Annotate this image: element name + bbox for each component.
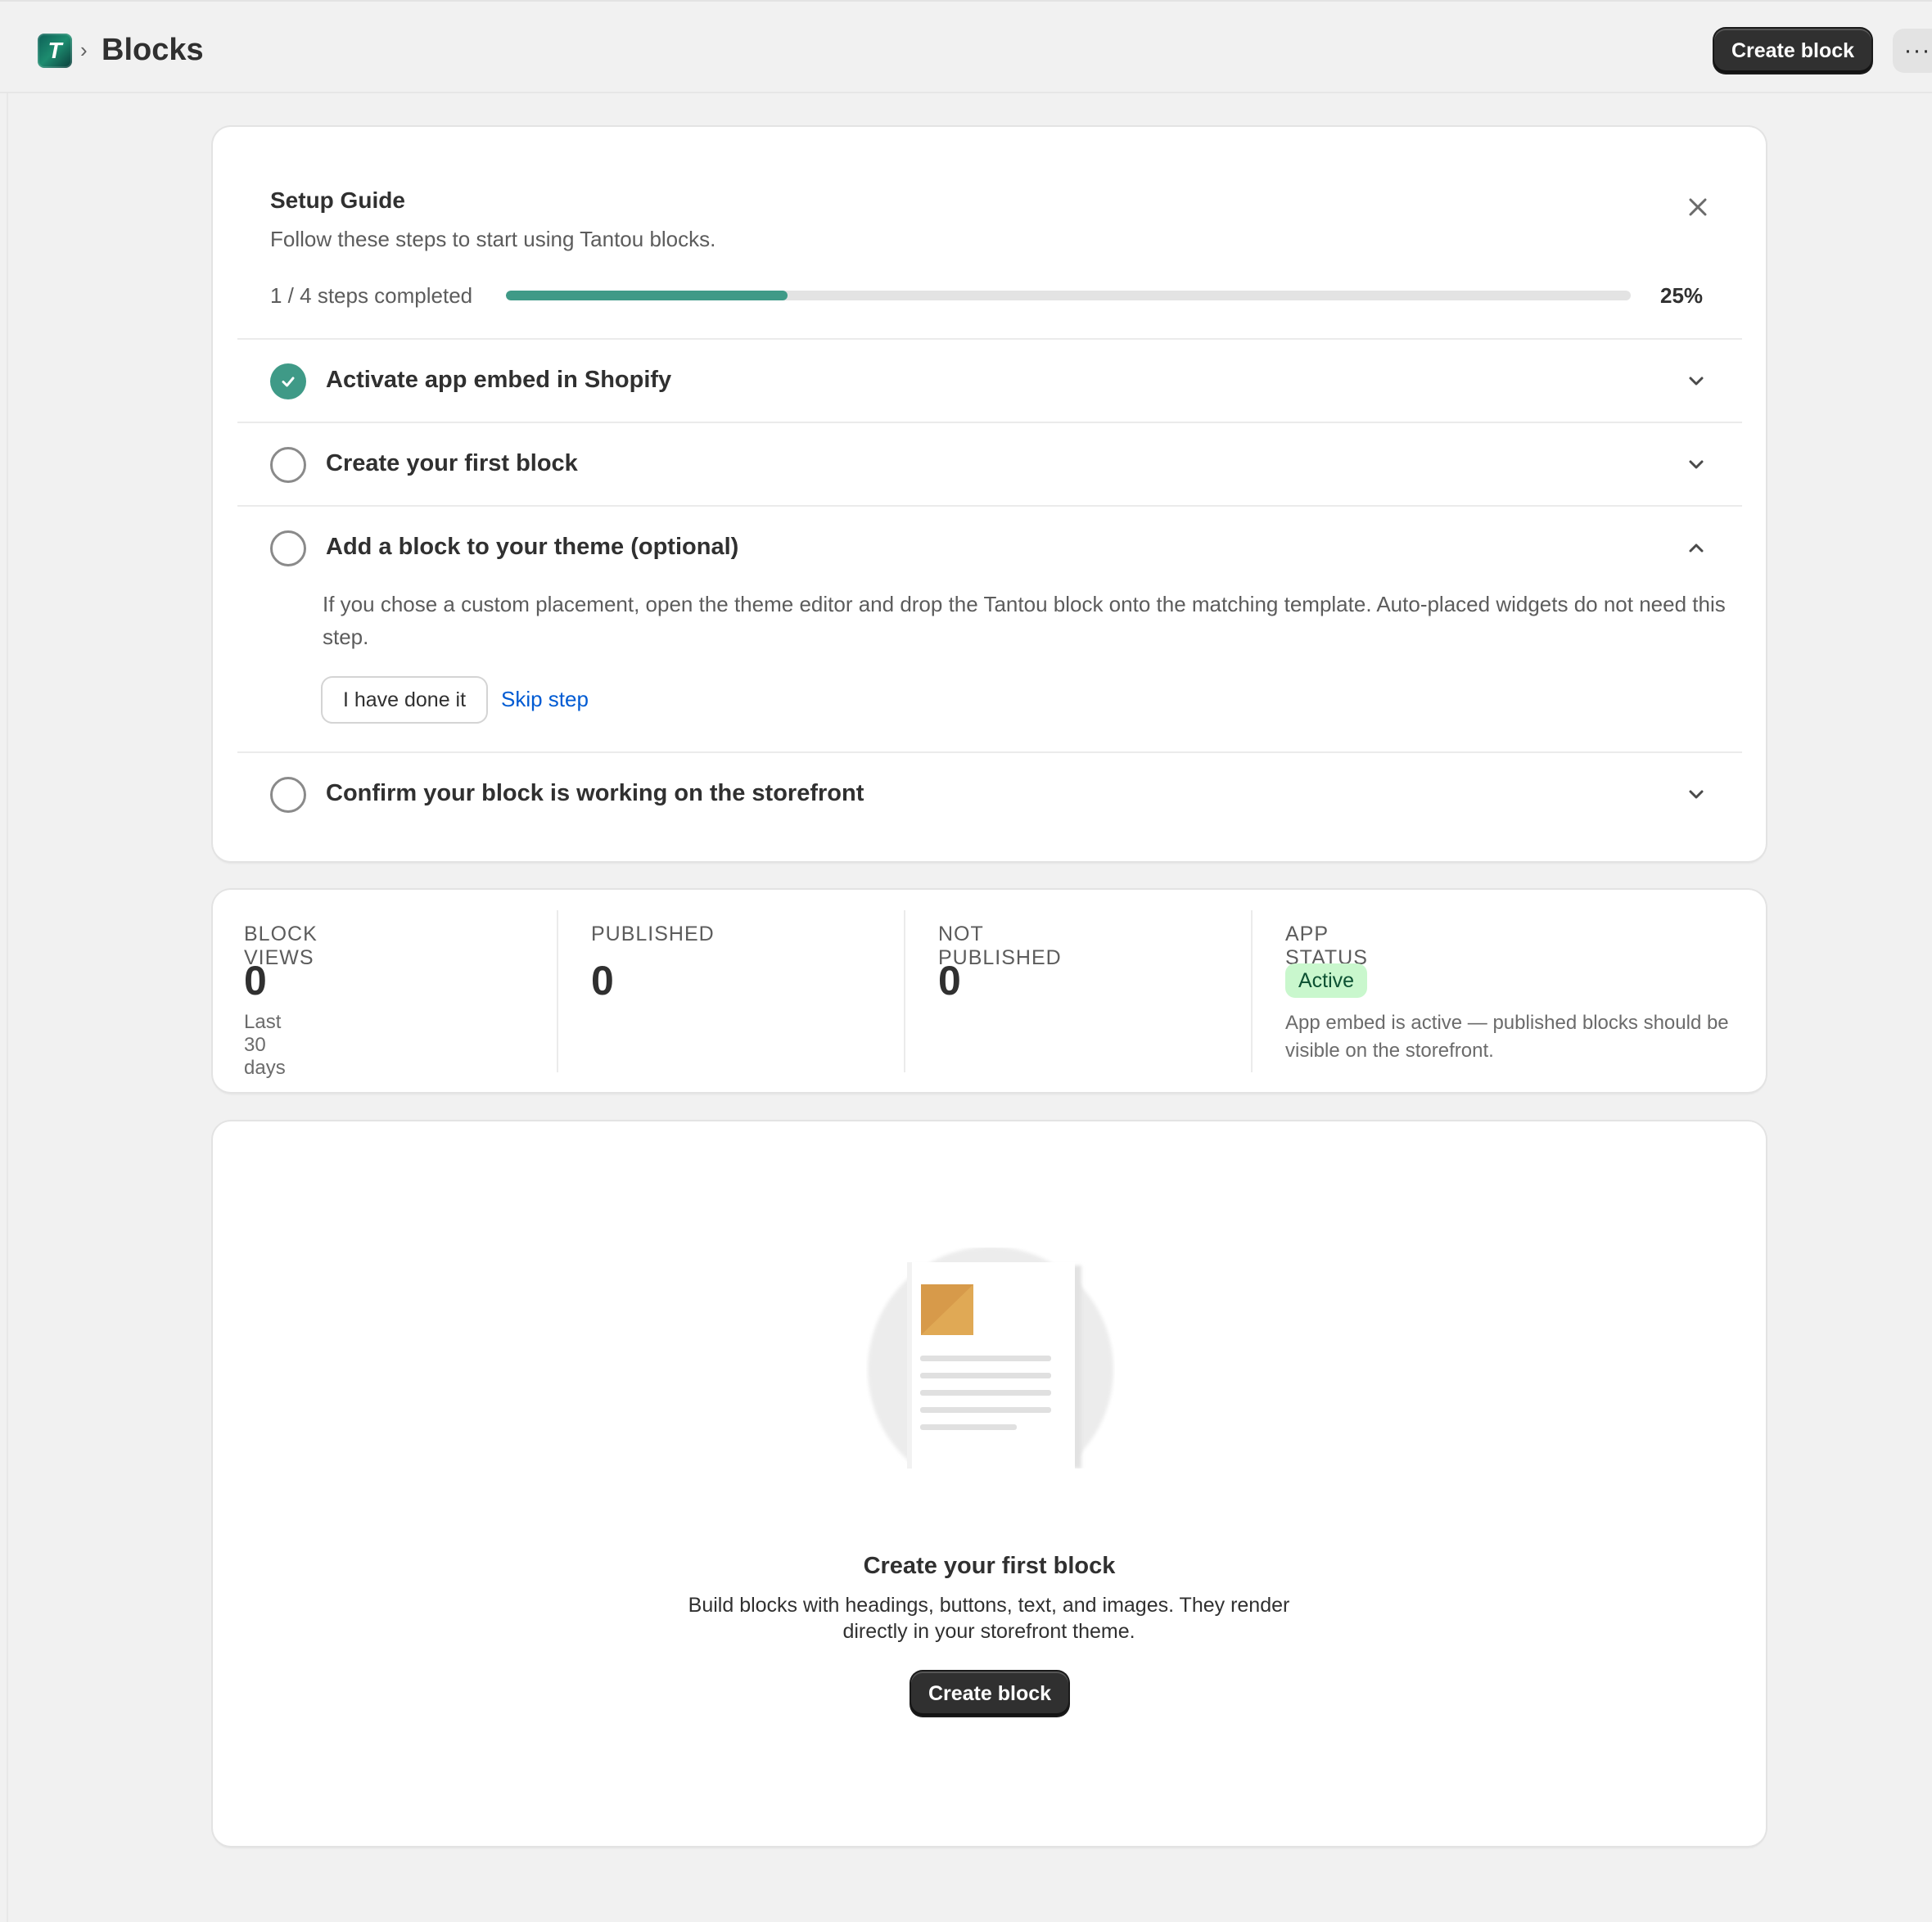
setup-guide-card: Setup Guide Follow these steps to start … xyxy=(213,127,1766,861)
step-incomplete-circle-icon[interactable] xyxy=(270,530,306,566)
stat-divider xyxy=(557,910,558,1072)
stat-value: 0 xyxy=(591,958,614,1004)
divider xyxy=(237,505,1742,507)
empty-state-description: Build blocks with headings, buttons, tex… xyxy=(688,1594,1290,1643)
i-have-done-it-button[interactable]: I have done it xyxy=(323,678,486,722)
empty-state-create-block-button[interactable]: Create block xyxy=(911,1672,1068,1716)
divider xyxy=(237,751,1742,753)
page-title: Blocks xyxy=(102,33,204,67)
stat-value: 0 xyxy=(938,958,961,1004)
step-description: If you chose a custom placement, open th… xyxy=(323,592,1726,649)
step-incomplete-circle-icon[interactable] xyxy=(270,777,306,813)
setup-guide-title: Setup Guide xyxy=(270,187,405,213)
document-illustration-icon xyxy=(868,1247,1113,1469)
top-bar: T › Blocks Create block ··· xyxy=(0,0,1932,93)
step-title-create-block[interactable]: Create your first block xyxy=(326,450,578,477)
divider xyxy=(237,422,1742,423)
stats-card: BLOCK VIEWS 0 Last 30 days PUBLISHED 0 N… xyxy=(213,890,1766,1092)
progress-label: 1 / 4 steps completed xyxy=(270,283,473,308)
step-title-activate-embed[interactable]: Activate app embed in Shopify xyxy=(326,367,671,394)
empty-state-card: Create your first block Build blocks wit… xyxy=(213,1121,1766,1846)
step-title-confirm-storefront[interactable]: Confirm your block is working on the sto… xyxy=(326,780,864,807)
status-badge: Active xyxy=(1285,963,1368,998)
progress-bar xyxy=(506,291,1631,300)
sidebar-edge xyxy=(7,93,8,1922)
step-incomplete-circle-icon[interactable] xyxy=(270,447,306,483)
status-description: App embed is active — published blocks s… xyxy=(1285,1012,1729,1062)
app-logo[interactable]: T xyxy=(38,34,72,68)
close-icon[interactable] xyxy=(1683,192,1713,222)
stat-divider xyxy=(1251,910,1253,1072)
chevron-down-icon[interactable] xyxy=(1683,368,1709,395)
stat-label: PUBLISHED xyxy=(591,923,715,945)
create-block-button[interactable]: Create block xyxy=(1714,29,1871,73)
stat-value: 0 xyxy=(244,958,267,1004)
more-actions-icon[interactable]: ··· xyxy=(1893,29,1932,73)
chevron-up-icon[interactable] xyxy=(1683,535,1709,562)
chevron-down-icon[interactable] xyxy=(1683,782,1709,808)
breadcrumb-chevron-icon: › xyxy=(80,38,88,62)
progress-bar-fill xyxy=(506,291,788,300)
progress-percent: 25% xyxy=(1660,283,1704,308)
skip-step-link[interactable]: Skip step xyxy=(501,687,589,712)
divider xyxy=(237,338,1742,340)
step-title-add-to-theme[interactable]: Add a block to your theme (optional) xyxy=(326,534,738,561)
chevron-down-icon[interactable] xyxy=(1683,452,1709,478)
setup-guide-subtitle: Follow these steps to start using Tantou… xyxy=(270,227,716,251)
empty-state-title: Create your first block xyxy=(863,1553,1116,1579)
stat-divider xyxy=(904,910,905,1072)
step-completed-check-icon[interactable] xyxy=(270,363,306,399)
stat-note: Last 30 days xyxy=(244,1011,286,1079)
